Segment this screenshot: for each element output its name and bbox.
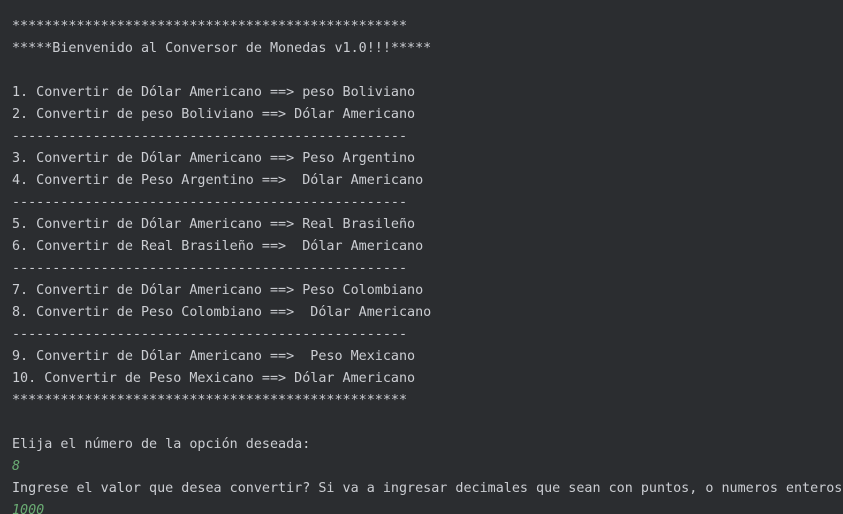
console-line: 9. Convertir de Dólar Americano ==> Peso… — [12, 349, 416, 364]
console-line: 5. Convertir de Dólar Americano ==> Real… — [12, 217, 416, 232]
console-line: 8. Convertir de Peso Colombiano ==> Dóla… — [12, 305, 432, 320]
console-line: *****Bienvenido al Conversor de Monedas … — [12, 41, 432, 56]
console-line: 10. Convertir de Peso Mexicano ==> Dólar… — [12, 371, 416, 386]
console-output: ****************************************… — [12, 0, 842, 514]
console-line: 4. Convertir de Peso Argentino ==> Dólar… — [12, 173, 424, 188]
console-line: ****************************************… — [12, 393, 408, 408]
console-line: 1. Convertir de Dólar Americano ==> peso… — [12, 85, 416, 100]
console-line: ----------------------------------------… — [12, 261, 408, 276]
console-line: ****************************************… — [12, 19, 408, 34]
console-line: ----------------------------------------… — [12, 327, 408, 342]
console-line: 2. Convertir de peso Boliviano ==> Dólar… — [12, 107, 416, 122]
console-line: 7. Convertir de Dólar Americano ==> Peso… — [12, 283, 424, 298]
console-line: 6. Convertir de Real Brasileño ==> Dólar… — [12, 239, 424, 254]
run-console[interactable]: ****************************************… — [0, 0, 843, 514]
console-line: Elija el número de la opción deseada: — [12, 437, 311, 452]
user-input-line: 1000 — [12, 503, 45, 514]
console-line: 3. Convertir de Dólar Americano ==> Peso… — [12, 151, 416, 166]
console-line: ----------------------------------------… — [12, 129, 408, 144]
user-input-line: 8 — [12, 459, 21, 474]
console-line: Ingrese el valor que desea convertir? Si… — [12, 481, 843, 496]
console-line: ----------------------------------------… — [12, 195, 408, 210]
